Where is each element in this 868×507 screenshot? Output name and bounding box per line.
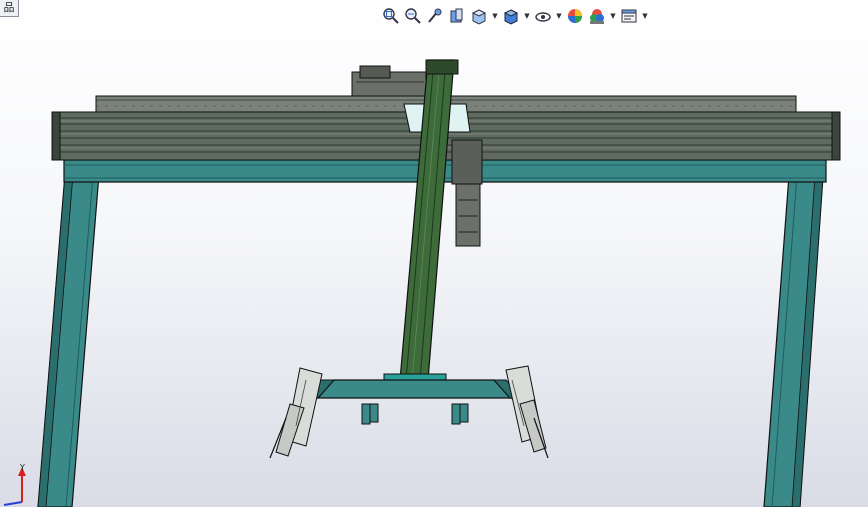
end-effector-frame [298, 373, 530, 425]
view-settings-dropdown[interactable]: ▼ [640, 5, 650, 27]
section-view-icon [450, 8, 463, 23]
section-view-button[interactable] [446, 5, 468, 27]
heads-up-view-toolbar: ▼ ▼ ▼ ▼ ▼ [380, 5, 650, 27]
gantry-model [37, 59, 841, 507]
zoom-to-area-icon [405, 8, 421, 24]
left-leg [37, 161, 101, 507]
zoom-to-area-button[interactable] [402, 5, 424, 27]
triad-y-label: Y [19, 463, 25, 472]
graphics-area[interactable]: 品 ▼ ▼ ▼ ▼ ▼ Y [0, 0, 868, 507]
view-orientation-icon [471, 9, 487, 25]
display-style-dropdown[interactable]: ▼ [522, 5, 532, 27]
apply-scene-dropdown[interactable]: ▼ [608, 5, 618, 27]
right-leg [763, 161, 825, 507]
view-orientation-button[interactable] [468, 5, 490, 27]
right-gripper [505, 365, 549, 459]
previous-view-button[interactable] [424, 5, 446, 27]
view-settings-icon [621, 9, 637, 23]
zoom-to-fit-icon [383, 8, 399, 24]
hide-show-items-icon [535, 12, 551, 22]
hide-show-items-button[interactable] [532, 5, 554, 27]
panel-tab[interactable]: 品 [0, 0, 19, 17]
apply-scene-icon [590, 9, 604, 24]
x-axis-motor [351, 65, 427, 97]
left-gripper [269, 367, 323, 459]
display-style-icon [503, 9, 519, 25]
edit-appearance-icon [568, 9, 582, 23]
hide-show-items-dropdown[interactable]: ▼ [554, 5, 564, 27]
z-axis-motor [451, 139, 483, 247]
edit-appearance-button[interactable] [564, 5, 586, 27]
view-settings-button[interactable] [618, 5, 640, 27]
display-style-button[interactable] [500, 5, 522, 27]
previous-view-icon [428, 8, 442, 23]
apply-scene-button[interactable] [586, 5, 608, 27]
zoom-to-fit-button[interactable] [380, 5, 402, 27]
view-orientation-dropdown[interactable]: ▼ [490, 5, 500, 27]
reference-triad: Y [3, 463, 26, 506]
